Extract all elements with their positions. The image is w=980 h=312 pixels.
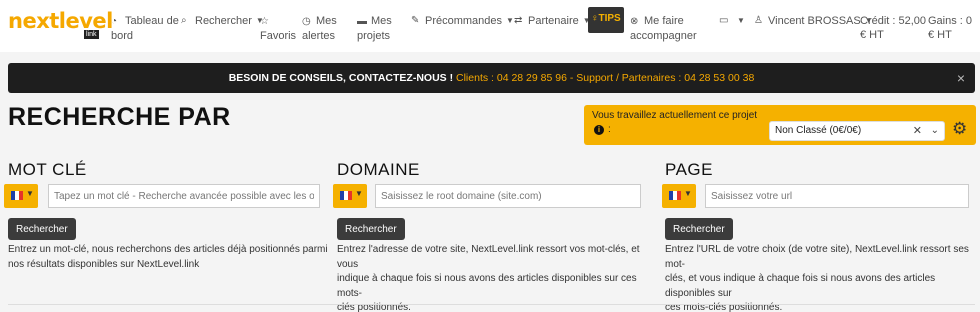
page-search-button[interactable]: Rechercher	[665, 218, 733, 240]
caret-down-icon: ▼	[737, 16, 745, 25]
keyword-search-button[interactable]: Rechercher	[8, 218, 76, 240]
page-heading: PAGE	[665, 160, 713, 179]
contact-banner: BESOIN DE CONSEILS, CONTACTEZ-NOUS ! Cli…	[8, 63, 975, 93]
credit-balance: Crédit : 52,00 € HT	[860, 15, 927, 41]
nav-preorders[interactable]: ✎ Précommandes ▼	[411, 14, 514, 28]
section-divider	[8, 304, 975, 305]
caret-down-icon: ▼	[26, 189, 34, 198]
nav-messages[interactable]: ▭ ▼	[719, 14, 745, 28]
caret-down-icon: ▼	[355, 189, 363, 198]
comment-icon: ▭	[719, 15, 729, 26]
keyword-heading: MOT CLÉ	[8, 160, 87, 179]
domain-search-button[interactable]: Rechercher	[337, 218, 405, 240]
french-flag-icon	[340, 191, 352, 200]
search-icon: ⌕	[181, 15, 187, 26]
language-dropdown[interactable]: ▼	[662, 184, 696, 208]
gains-balance: Gains : 0 € HT	[928, 15, 973, 41]
keyword-search-section: MOT CLÉ ▼ Rechercher Entrez un mot-clé, …	[4, 160, 328, 270]
logo-subtext: link	[84, 30, 99, 39]
nav-dashboard[interactable]: ◔ Tableau de bord	[111, 14, 179, 43]
page-help-text: Entrez l'URL de votre choix (de votre si…	[665, 244, 969, 312]
nav-alerts[interactable]: ◷ Mes alertes	[302, 14, 337, 43]
edit-icon: ✎	[411, 15, 420, 26]
info-icon[interactable]: i	[594, 125, 604, 135]
handshake-icon: ⇄	[514, 15, 523, 26]
folder-icon: ▬	[357, 16, 367, 27]
domain-help-text: Entrez l'adresse de votre site, NextLeve…	[337, 244, 640, 312]
nav-user[interactable]: ♙ Vincent BROSSAS ▼	[754, 14, 873, 28]
language-dropdown[interactable]: ▼	[4, 184, 38, 208]
chevron-down-icon[interactable]: ⌄	[931, 122, 939, 140]
page-search-section: PAGE ▼ Rechercher Entrez l'URL de votre …	[662, 160, 969, 312]
user-icon: ♙	[754, 15, 763, 26]
keyword-help-text: Entrez un mot-clé, nous recherchons des …	[8, 244, 328, 270]
page-title: RECHERCHE PAR	[8, 103, 231, 131]
page-url-input[interactable]	[705, 184, 969, 208]
top-navbar: nextlevel link ◔ Tableau de bord ⌕ Recherc…	[0, 0, 980, 52]
clock-icon: ◷	[302, 16, 311, 27]
project-select[interactable]: Non Classé (0€/0€) ✕ ⌄	[769, 121, 945, 141]
close-icon[interactable]: ×	[957, 63, 965, 93]
banner-lead: BESOIN DE CONSEILS, CONTACTEZ-NOUS !	[228, 72, 454, 84]
nav-favorites[interactable]: ☆ Favoris	[260, 14, 296, 43]
clear-icon[interactable]: ✕	[913, 122, 922, 140]
tips-button[interactable]: ♀TIPS	[588, 7, 624, 33]
project-select-value: Non Classé (0€/0€)	[775, 125, 862, 136]
life-ring-icon: ⊗	[630, 16, 639, 27]
banner-contacts: Clients : 04 28 29 85 96 - Support / Par…	[456, 72, 755, 84]
french-flag-icon	[669, 191, 681, 200]
nav-search[interactable]: ⌕ Rechercher ▼	[181, 14, 264, 28]
language-dropdown[interactable]: ▼	[333, 184, 367, 208]
nav-partner[interactable]: ⇄ Partenaire ▼	[514, 14, 591, 28]
gear-icon[interactable]: ⚙	[952, 119, 967, 139]
logo-text: nextlevel	[8, 9, 113, 33]
domain-heading: DOMAINE	[337, 160, 420, 179]
caret-down-icon: ▼	[506, 16, 514, 25]
gauge-icon: ◔	[111, 16, 118, 27]
domain-search-input[interactable]	[375, 184, 641, 208]
nav-projects[interactable]: ▬ Mes projets	[357, 14, 392, 43]
lightbulb-icon: ♀	[591, 13, 599, 24]
current-project-panel: Vous travaillez actuellement ce projet i…	[584, 105, 976, 145]
domain-search-section: DOMAINE ▼ Rechercher Entrez l'adresse de…	[333, 160, 641, 312]
star-icon: ☆	[260, 16, 269, 27]
nav-support[interactable]: ⊗ Me faire accompagner	[630, 14, 697, 43]
project-label: Vous travaillez actuellement ce projet	[592, 110, 758, 121]
caret-down-icon: ▼	[684, 189, 692, 198]
logo[interactable]: nextlevel link	[8, 9, 113, 39]
french-flag-icon	[11, 191, 23, 200]
keyword-search-input[interactable]	[48, 184, 320, 208]
